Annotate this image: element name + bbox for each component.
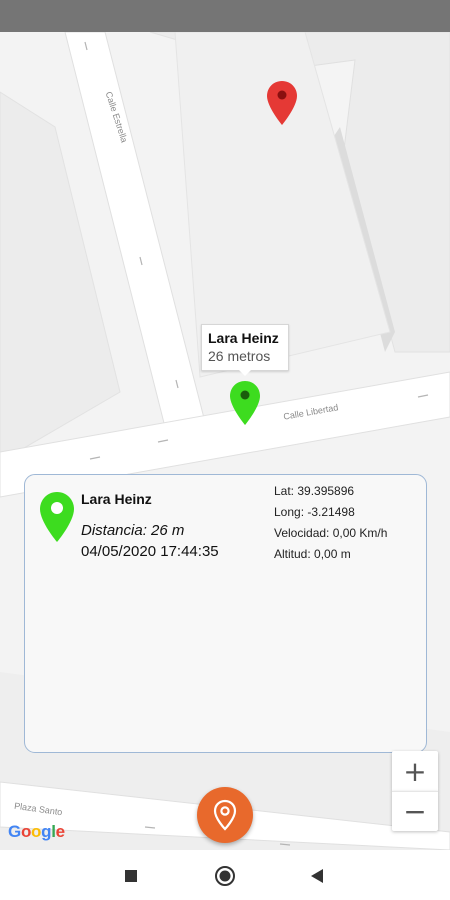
recents-square-icon[interactable] bbox=[124, 869, 138, 883]
info-window-title: Lara Heinz bbox=[208, 330, 279, 346]
marker-info-window[interactable]: Lara Heinz 26 metros bbox=[201, 324, 289, 371]
latitude-value: Lat: 39.395896 bbox=[274, 484, 355, 498]
contact-info-card: Lara Heinz Distancia: 26 m 04/05/2020 17… bbox=[24, 474, 427, 753]
altitude-value: Altitud: 0,00 m bbox=[274, 547, 351, 561]
green-pin-icon bbox=[40, 492, 74, 542]
contact-distance: Distancia: 26 m bbox=[81, 522, 185, 539]
info-window-tail bbox=[239, 370, 251, 376]
google-letter: e bbox=[55, 822, 65, 841]
destination-marker-icon[interactable] bbox=[266, 80, 298, 126]
contact-datetime: 04/05/2020 17:44:35 bbox=[81, 543, 219, 560]
google-letter: o bbox=[20, 822, 32, 841]
google-letter: G bbox=[8, 822, 21, 841]
google-letter: o bbox=[31, 822, 42, 841]
google-letter: g bbox=[41, 822, 52, 841]
locate-fab-button[interactable] bbox=[197, 787, 253, 843]
contact-name: Lara Heinz bbox=[81, 491, 152, 507]
zoom-in-button[interactable]: + bbox=[392, 751, 438, 791]
info-window-distance: 26 metros bbox=[208, 348, 271, 364]
system-navigation-bar bbox=[0, 850, 450, 900]
location-pin-icon bbox=[213, 799, 237, 831]
user-marker-icon[interactable] bbox=[229, 380, 261, 426]
longitude-value: Long: -3.21498 bbox=[274, 505, 355, 519]
zoom-out-button[interactable]: − bbox=[392, 791, 438, 831]
home-circle-icon[interactable] bbox=[214, 865, 236, 887]
coordinates-panel: Lat: 39.395896 Long: -3.21498 Velocidad:… bbox=[274, 481, 387, 565]
speed-value: Velocidad: 0,00 Km/h bbox=[274, 526, 388, 540]
back-triangle-icon[interactable] bbox=[310, 868, 324, 884]
google-attribution-logo: Google bbox=[8, 822, 65, 842]
status-bar bbox=[0, 0, 450, 32]
